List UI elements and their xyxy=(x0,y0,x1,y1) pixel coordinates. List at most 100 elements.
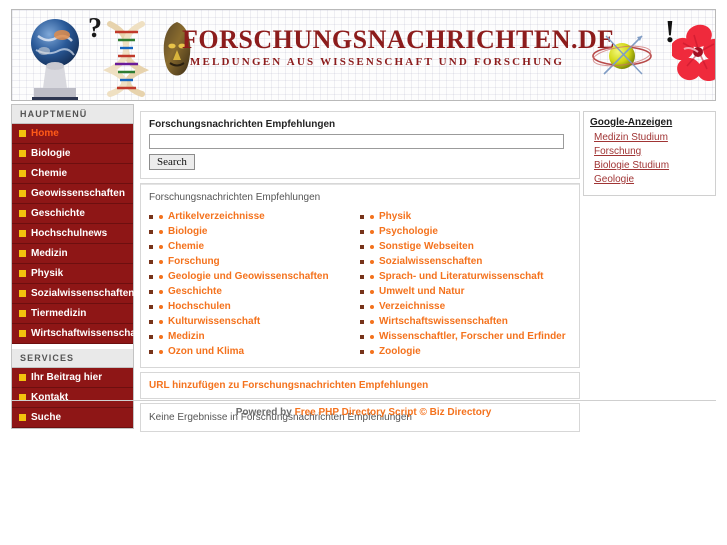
bullet-dot-icon xyxy=(370,214,374,219)
bullet-square-icon xyxy=(360,334,364,339)
globe-statue-icon xyxy=(24,16,86,100)
sidebar-item-label: Medizin xyxy=(31,248,68,259)
category-item[interactable]: Geschichte xyxy=(149,284,360,299)
category-item[interactable]: Hochschulen xyxy=(149,299,360,314)
sidebar-item-ihr-beitrag-hier[interactable]: Ihr Beitrag hier xyxy=(12,368,133,388)
add-url-link[interactable]: URL hinzufügen zu Forschungsnachrichten … xyxy=(141,373,579,398)
category-link[interactable]: Artikelverzeichnisse xyxy=(168,210,265,223)
left-sidebar: HAUPTMENÜ Home Biologie Chemie Geowissensch… xyxy=(11,104,143,429)
category-item[interactable]: Sonstige Webseiten xyxy=(360,239,571,254)
category-item[interactable]: Kulturwissenschaft xyxy=(149,314,360,329)
bullet-dot-icon xyxy=(159,304,163,309)
category-item[interactable]: Geologie und Geowissenschaften xyxy=(149,269,360,284)
category-link[interactable]: Psychologie xyxy=(379,225,438,238)
category-link[interactable]: Forschung xyxy=(168,255,220,268)
ad-link[interactable]: Forschung xyxy=(590,145,709,159)
bullet-square-icon xyxy=(19,290,26,297)
category-link[interactable]: Sonstige Webseiten xyxy=(379,240,474,253)
sidebar-item-wirtschaftwissenschaft[interactable]: Wirtschaftwissenschaft xyxy=(12,324,143,344)
footer-link-script[interactable]: Free PHP Directory Script xyxy=(295,407,417,418)
footer-link-directory[interactable]: Biz Directory xyxy=(430,407,492,418)
category-link[interactable]: Medizin xyxy=(168,330,205,343)
category-link[interactable]: Kulturwissenschaft xyxy=(168,315,260,328)
category-item[interactable]: Ozon und Klima xyxy=(149,344,360,359)
bullet-square-icon xyxy=(149,334,153,339)
bullet-dot-icon xyxy=(159,274,163,279)
sidebar-item-physik[interactable]: Physik xyxy=(12,264,133,284)
category-link[interactable]: Ozon und Klima xyxy=(168,345,244,358)
category-link[interactable]: Biologie xyxy=(168,225,207,238)
category-list-left: Artikelverzeichnisse Biologie Chemie Forsch… xyxy=(149,209,360,359)
sidebar-item-chemie[interactable]: Chemie xyxy=(12,164,133,184)
sidebar-item-hochschulnews[interactable]: Hochschulnews xyxy=(12,224,133,244)
sidebar-item-medizin[interactable]: Medizin xyxy=(12,244,133,264)
sidebar-item-label: Chemie xyxy=(31,168,68,179)
sidebar-item-label: Home xyxy=(31,128,59,139)
category-link[interactable]: Verzeichnisse xyxy=(379,300,445,313)
bullet-square-icon xyxy=(360,304,364,309)
category-item[interactable]: Psychologie xyxy=(360,224,571,239)
category-item[interactable]: Zoologie xyxy=(360,344,571,359)
bullet-square-icon xyxy=(19,330,26,337)
ads-title: Google-Anzeigen xyxy=(590,117,673,128)
category-item[interactable]: Verzeichnisse xyxy=(360,299,571,314)
category-link[interactable]: Hochschulen xyxy=(168,300,231,313)
panel-title: Forschungsnachrichten Empfehlungen xyxy=(149,119,336,130)
sidebar-item-home[interactable]: Home xyxy=(12,124,133,144)
category-item[interactable]: Umwelt und Natur xyxy=(360,284,571,299)
category-item[interactable]: Chemie xyxy=(149,239,360,254)
page-footer: Powered by Free PHP Directory Script © B… xyxy=(11,400,716,418)
category-column-left: Artikelverzeichnisse Biologie Chemie Forsch… xyxy=(149,209,360,359)
category-link[interactable]: Geologie und Geowissenschaften xyxy=(168,270,329,283)
category-item[interactable]: Physik xyxy=(360,209,571,224)
category-item[interactable]: Wissenschaftler, Forscher und Erfinder xyxy=(360,329,571,344)
bullet-dot-icon xyxy=(370,319,374,324)
category-link[interactable]: Sozialwissenschaften xyxy=(379,255,482,268)
category-link[interactable]: Chemie xyxy=(168,240,204,253)
bullet-dot-icon xyxy=(370,259,374,264)
sidebar-item-tiermedizin[interactable]: Tiermedizin xyxy=(12,304,133,324)
category-column-right: Physik Psychologie Sonstige Webseiten Sozia… xyxy=(360,209,571,359)
bullet-square-icon xyxy=(149,319,153,324)
sidebar-item-label: Tiermedizin xyxy=(31,308,87,319)
category-item[interactable]: Sozialwissenschaften xyxy=(360,254,571,269)
page-root: ? FORSCHUNGSNACHRICHTEN.DE MELDUNGEN AUS… xyxy=(0,0,727,432)
category-link[interactable]: Geschichte xyxy=(168,285,222,298)
category-item[interactable]: Sprach- und Literaturwissenschaft xyxy=(360,269,571,284)
footer-separator: © xyxy=(416,407,430,418)
bullet-square-icon xyxy=(19,310,26,317)
category-link[interactable]: Physik xyxy=(379,210,411,223)
bullet-dot-icon xyxy=(370,274,374,279)
bullet-square-icon xyxy=(19,250,26,257)
category-item[interactable]: Forschung xyxy=(149,254,360,269)
category-link[interactable]: Umwelt und Natur xyxy=(379,285,465,298)
category-item[interactable]: Biologie xyxy=(149,224,360,239)
sidebar-item-geschichte[interactable]: Geschichte xyxy=(12,204,133,224)
category-link[interactable]: Sprach- und Literaturwissenschaft xyxy=(379,270,543,283)
bullet-dot-icon xyxy=(159,334,163,339)
bullet-square-icon xyxy=(149,244,153,249)
google-ads-box: Google-Anzeigen Medizin Studium Forschung… xyxy=(583,111,716,196)
bullet-square-icon xyxy=(360,259,364,264)
search-button[interactable]: Search xyxy=(149,154,195,170)
sidebar-item-biologie[interactable]: Biologie xyxy=(12,144,133,164)
category-link[interactable]: Wirtschaftswissenschaften xyxy=(379,315,508,328)
sidebar-item-geowissenschaften[interactable]: Geowissenschaften xyxy=(12,184,133,204)
ad-link[interactable]: Geologie xyxy=(590,173,709,187)
category-item[interactable]: Wirtschaftswissenschaften xyxy=(360,314,571,329)
category-link[interactable]: Zoologie xyxy=(379,345,421,358)
ad-link[interactable]: Biologie Studium xyxy=(590,159,709,173)
sidebar-item-label: Biologie xyxy=(31,148,71,159)
sidebar-services-heading: SERVICES xyxy=(12,349,133,368)
sidebar-item-sozialwissenschaften[interactable]: Sozialwissenschaften xyxy=(12,284,134,304)
sidebar-item-label: Geowissenschaften xyxy=(31,188,125,199)
search-input[interactable] xyxy=(149,134,564,149)
ad-link[interactable]: Medizin Studium xyxy=(590,131,709,145)
bullet-square-icon xyxy=(149,304,153,309)
category-item[interactable]: Artikelverzeichnisse xyxy=(149,209,360,224)
atom-orbit-icon xyxy=(592,30,658,82)
category-item[interactable]: Medizin xyxy=(149,329,360,344)
category-link[interactable]: Wissenschaftler, Forscher und Erfinder xyxy=(379,330,566,343)
bullet-dot-icon xyxy=(370,334,374,339)
bullet-square-icon xyxy=(19,230,26,237)
